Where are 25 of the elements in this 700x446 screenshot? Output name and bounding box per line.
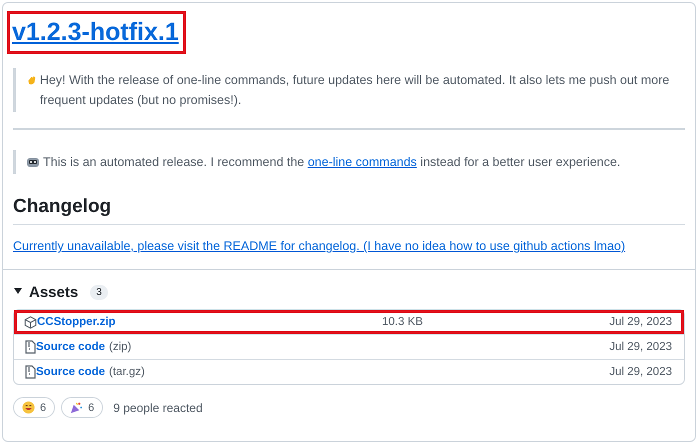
release-note: Hey! With the release of one-line commands, future updates here will be automated. It also lets me push out more frequent updates (but no promises!). bbox=[13, 68, 685, 112]
smiley-icon bbox=[22, 401, 35, 414]
assets-heading: Assets bbox=[29, 284, 78, 301]
reaction-button[interactable]: 6 bbox=[61, 397, 104, 418]
asset-size: 10.3 KB bbox=[382, 316, 424, 328]
asset-date: Jul 29, 2023 bbox=[608, 341, 672, 353]
caret-icon bbox=[14, 287, 22, 295]
robot-icon bbox=[26, 155, 40, 169]
release-title-link[interactable]: v1.2.3-hotfix.1 bbox=[7, 11, 186, 54]
file-zip-icon bbox=[24, 340, 36, 354]
release-note: This is an automated release. I recommend the one-line commands instead for a better user experience. bbox=[13, 150, 685, 174]
asset-count: 3 bbox=[90, 285, 108, 300]
reaction-summary: 9 people reacted bbox=[113, 400, 203, 414]
asset-link[interactable]: CCStopper.zip bbox=[24, 316, 382, 328]
changelog-heading: Changelog bbox=[13, 196, 685, 225]
asset-date: Jul 29, 2023 bbox=[608, 316, 672, 328]
party-popper-icon bbox=[70, 401, 84, 414]
asset-link[interactable]: Source code (tar.gz) bbox=[24, 365, 382, 379]
package-icon bbox=[24, 316, 37, 328]
reaction-button[interactable]: 6 bbox=[13, 397, 56, 418]
asset-link[interactable]: Source code (zip) bbox=[24, 340, 382, 354]
asset-date: Jul 29, 2023 bbox=[608, 366, 672, 378]
file-zip-icon bbox=[24, 365, 36, 379]
changelog-link[interactable]: Currently unavailable, please visit the README for changelog. (I have no idea how to use github actions lmao) bbox=[13, 239, 626, 253]
commands-link[interactable]: one-line commands bbox=[308, 155, 417, 169]
